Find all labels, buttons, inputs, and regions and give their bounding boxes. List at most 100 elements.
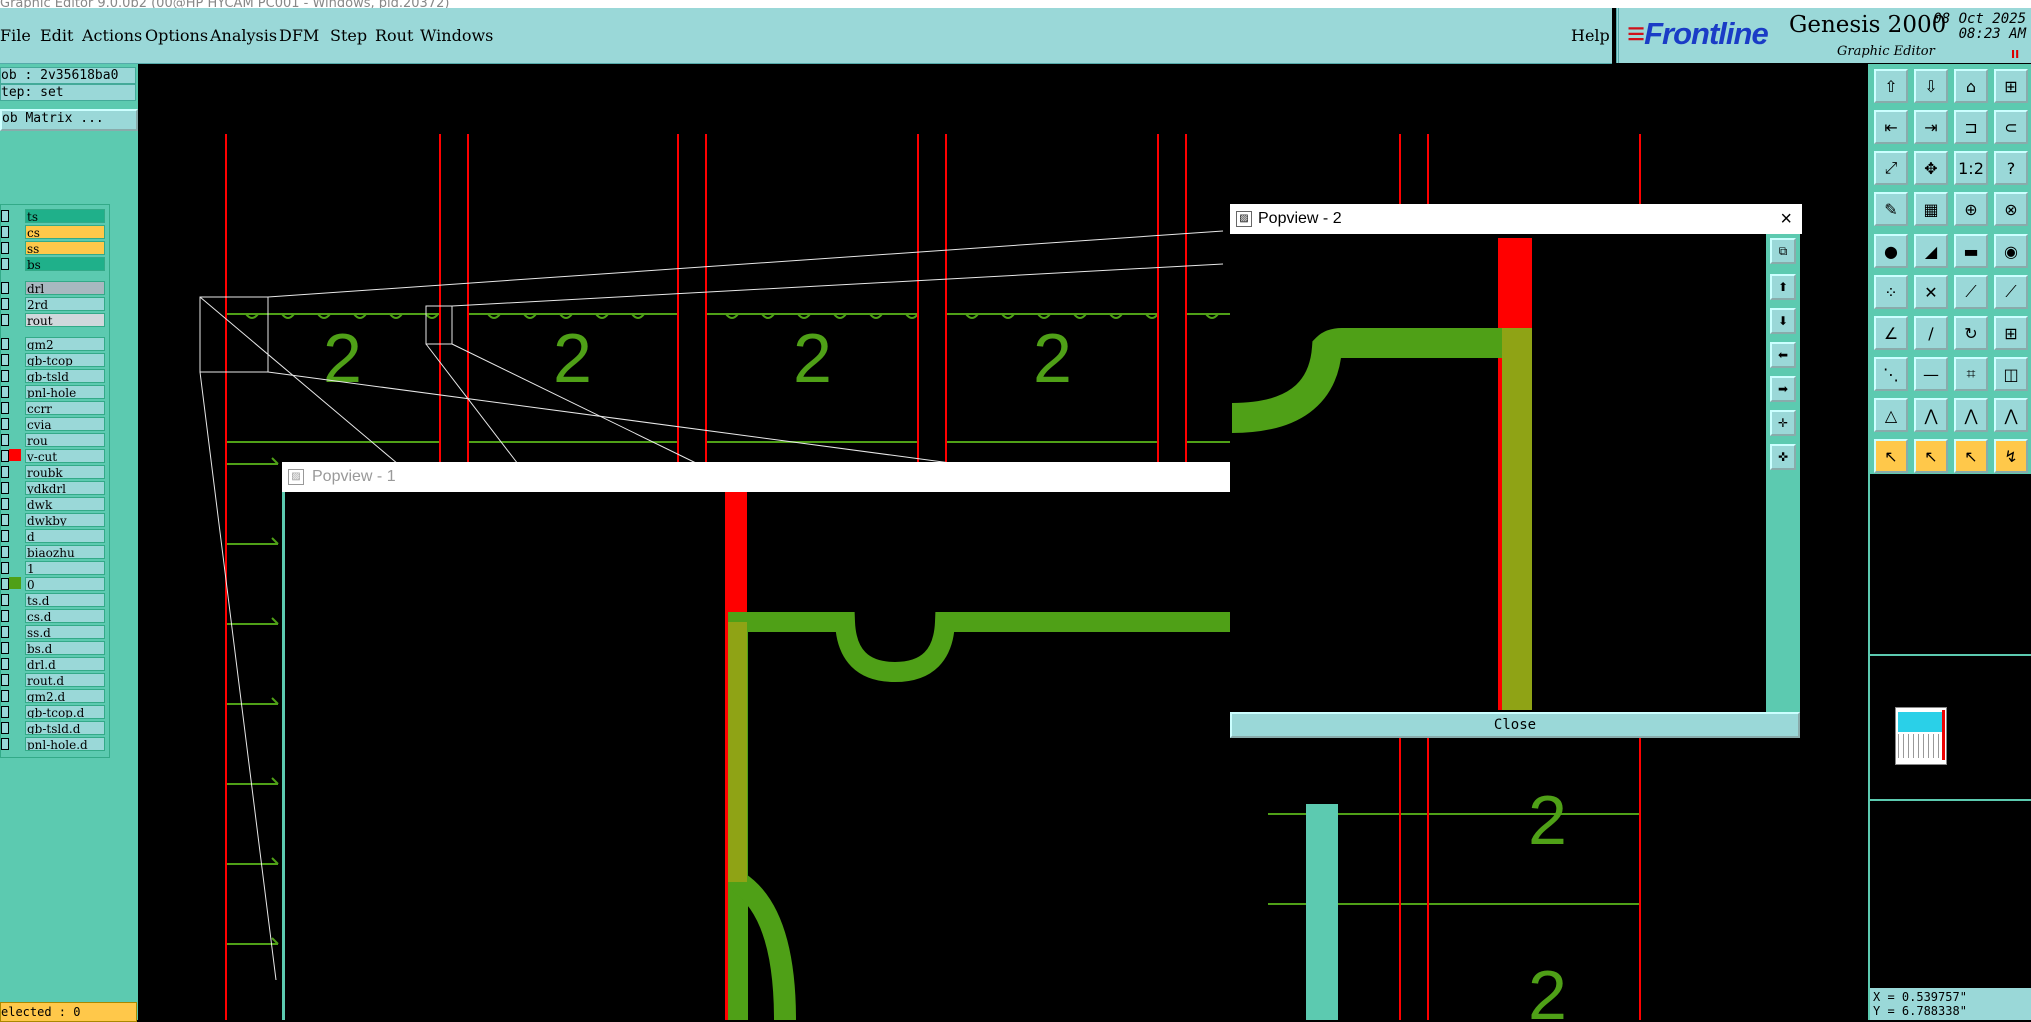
grid-icon[interactable]: ⊞ [1994, 69, 2028, 103]
layer-checkbox[interactable] [1, 674, 9, 686]
edit-icon[interactable]: ✎ [1874, 192, 1908, 226]
line-icon[interactable]: ▬ [1954, 234, 1988, 268]
layer-checkbox[interactable] [1, 530, 9, 542]
measure-icon[interactable]: ⌗ [1954, 357, 1988, 391]
layer-checkbox[interactable] [1, 282, 9, 294]
layer-checkbox[interactable] [1, 642, 9, 654]
pan-left-icon[interactable]: ⇤ [1874, 110, 1908, 144]
slant-icon[interactable]: ∕ [1914, 316, 1948, 350]
layer-checkbox[interactable] [1, 298, 9, 310]
menu-actions[interactable]: Actions [82, 26, 142, 45]
tool-icon[interactable]: ⊗ [1994, 192, 2028, 226]
layer-item[interactable]: ts.d [25, 593, 105, 607]
pv-zoom-down-icon[interactable]: ⬇ [1770, 308, 1796, 334]
layer-item[interactable]: cs [25, 225, 105, 239]
layer-checkbox[interactable] [1, 546, 9, 558]
angle-icon[interactable]: ∠ [1874, 316, 1908, 350]
bracket-icon[interactable]: ⊐ [1954, 110, 1988, 144]
delete-icon[interactable]: ✕ [1914, 275, 1948, 309]
fit-icon[interactable]: ⤢ [1874, 151, 1908, 185]
menu-file[interactable]: File [0, 26, 31, 45]
route2-icon[interactable]: ⟋ [1994, 275, 2028, 309]
layer-checkbox[interactable] [1, 258, 9, 270]
arrow-up2-icon[interactable]: ⋀ [1954, 398, 1988, 432]
layer-checkbox[interactable] [1, 418, 9, 430]
arrow-up-icon[interactable]: ⋀ [1914, 398, 1948, 432]
layer-checkbox[interactable] [1, 514, 9, 526]
layer-checkbox[interactable] [1, 722, 9, 734]
menu-windows[interactable]: Windows [420, 26, 493, 45]
layer-item[interactable]: d [25, 529, 105, 543]
layer-checkbox[interactable] [1, 562, 9, 574]
layer-icon[interactable]: ⊕ [1954, 192, 1988, 226]
dash-icon[interactable]: — [1914, 357, 1948, 391]
popview-1-view[interactable] [285, 492, 1230, 1020]
layer-item[interactable]: 2rd [25, 297, 105, 311]
layer-item[interactable]: ts [25, 209, 105, 223]
layer-checkbox[interactable] [1, 498, 9, 510]
popview-2-titlebar[interactable]: Popview - 2 ▨ × [1230, 204, 1802, 234]
layer-checkbox[interactable] [1, 658, 9, 670]
layer-item[interactable]: gm2.d [25, 689, 105, 703]
menu-analysis[interactable]: Analysis [210, 26, 277, 45]
layer-item[interactable]: ss [25, 241, 105, 255]
layer-checkbox[interactable] [1, 466, 9, 478]
home-icon[interactable]: ⌂ [1954, 69, 1988, 103]
pv-pan-left-icon[interactable]: ⬅ [1770, 342, 1796, 368]
layer-item[interactable]: dwk [25, 497, 105, 511]
copy-icon[interactable]: ◫ [1994, 357, 2028, 391]
layer-item[interactable]: pnl-hole [25, 385, 105, 399]
layer-checkbox[interactable] [1, 482, 9, 494]
layer-item[interactable]: rou [25, 433, 105, 447]
layer-checkbox[interactable] [1, 338, 9, 350]
layer-item[interactable]: gb-tsld.d [25, 721, 105, 735]
diag-icon[interactable]: ⋱ [1874, 357, 1908, 391]
pointer3-icon[interactable]: ↖ [1954, 439, 1988, 473]
circle-icon[interactable]: ◉ [1994, 234, 2028, 268]
layer-checkbox[interactable] [1, 370, 9, 382]
popview-2-view[interactable] [1232, 238, 1764, 710]
pv-zoom-out-icon[interactable]: ✜ [1770, 444, 1796, 470]
layer-checkbox[interactable] [1, 450, 9, 462]
layer-item[interactable]: gm2 [25, 337, 105, 351]
layer-checkbox[interactable] [1, 610, 9, 622]
layer-checkbox[interactable] [1, 354, 9, 366]
pointer-icon[interactable]: ↖ [1874, 439, 1908, 473]
scale-icon[interactable]: 1:2 [1954, 151, 1988, 185]
layer-item[interactable]: pnl-hole.d [25, 737, 105, 751]
move-icon[interactable]: ✥ [1914, 151, 1948, 185]
popview-2-window[interactable]: Popview - 2 ▨ × ⧉ ⬆ ⬇ ⬅ ➡ ✛ ✜ Close [1230, 204, 1802, 738]
zoom-back-icon[interactable]: ⇩ [1914, 69, 1948, 103]
pointer2-icon[interactable]: ↖ [1914, 439, 1948, 473]
layer-checkbox[interactable] [1, 402, 9, 414]
menu-help[interactable]: Help [1571, 26, 1610, 45]
align-icon[interactable]: ⊞ [1994, 316, 2028, 350]
layer-item[interactable]: rout [25, 313, 105, 327]
pv-zoom-in-icon[interactable]: ✛ [1770, 410, 1796, 436]
pad-icon[interactable]: ● [1874, 234, 1908, 268]
menu-options[interactable]: Options [145, 26, 208, 45]
layer-item[interactable]: 1 [25, 561, 105, 575]
layer-item[interactable]: cvia [25, 417, 105, 431]
rotate-icon[interactable]: ↻ [1954, 316, 1988, 350]
layer-item[interactable]: ss.d [25, 625, 105, 639]
menu-step[interactable]: Step [330, 26, 367, 45]
popview-1-window[interactable]: Popview - 1 ▨ [282, 462, 1230, 1020]
layer-checkbox[interactable] [1, 210, 9, 222]
layer-item[interactable]: ydkdrl [25, 481, 105, 495]
close-icon[interactable]: × [1780, 204, 1792, 234]
layer-checkbox[interactable] [1, 594, 9, 606]
layer-item[interactable]: biaozhu [25, 545, 105, 559]
menu-dfm[interactable]: DFM [279, 26, 319, 45]
layer-item[interactable]: bs.d [25, 641, 105, 655]
layer-checkbox[interactable] [1, 626, 9, 638]
layer-checkbox[interactable] [1, 386, 9, 398]
layer-item[interactable]: gb-tsld [25, 369, 105, 383]
layer-item[interactable]: bs [25, 257, 105, 271]
menu-rout[interactable]: Rout [375, 26, 413, 45]
layer-item[interactable]: v-cut [25, 449, 105, 463]
layer-item[interactable]: gb-tcop [25, 353, 105, 367]
popview-2-close-button[interactable]: Close [1230, 712, 1800, 738]
layer-checkbox[interactable] [1, 706, 9, 718]
overview-thumbnail[interactable] [1895, 707, 1947, 765]
